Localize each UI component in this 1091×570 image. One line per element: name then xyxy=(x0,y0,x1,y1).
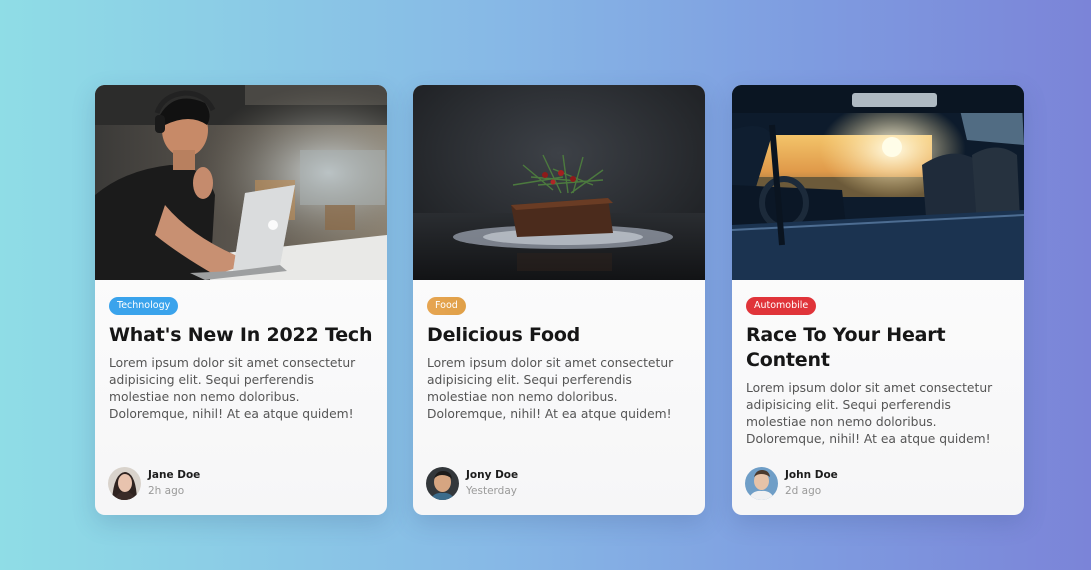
post-time: 2d ago xyxy=(785,485,822,497)
card-image-cake xyxy=(413,85,705,280)
blog-card-technology[interactable]: Technology What's New In 2022 Tech Lorem… xyxy=(95,85,387,515)
author-name[interactable]: Jony Doe xyxy=(466,468,518,483)
post-time: Yesterday xyxy=(466,485,517,497)
card-description: Lorem ipsum dolor sit amet consectetur a… xyxy=(427,356,674,421)
card-description: Lorem ipsum dolor sit amet consectetur a… xyxy=(109,356,356,421)
avatar[interactable] xyxy=(426,467,459,500)
avatar[interactable] xyxy=(108,467,141,500)
author-info: Jane Doe 2h ago xyxy=(108,467,200,500)
category-tag[interactable]: Food xyxy=(427,297,466,315)
card-title[interactable]: What's New In 2022 Tech xyxy=(109,323,373,348)
category-tag[interactable]: Technology xyxy=(109,297,179,315)
blog-card-automobile[interactable]: Automobile Race To Your Heart Content Lo… xyxy=(732,85,1024,515)
card-image-man-with-laptop xyxy=(95,85,387,280)
card-image-car-interior xyxy=(732,85,1024,280)
card-title[interactable]: Race To Your Heart Content xyxy=(746,323,1010,373)
avatar[interactable] xyxy=(745,467,778,500)
author-info: Jony Doe Yesterday xyxy=(426,467,518,500)
blog-card-food[interactable]: Food Delicious Food Lorem ipsum dolor si… xyxy=(413,85,705,515)
author-name[interactable]: Jane Doe xyxy=(148,468,200,483)
category-tag[interactable]: Automobile xyxy=(746,297,817,315)
author-name[interactable]: John Doe xyxy=(785,468,838,483)
card-description: Lorem ipsum dolor sit amet consectetur a… xyxy=(746,381,993,446)
author-info: John Doe 2d ago xyxy=(745,467,838,500)
card-title[interactable]: Delicious Food xyxy=(427,323,691,348)
post-time: 2h ago xyxy=(148,485,185,497)
